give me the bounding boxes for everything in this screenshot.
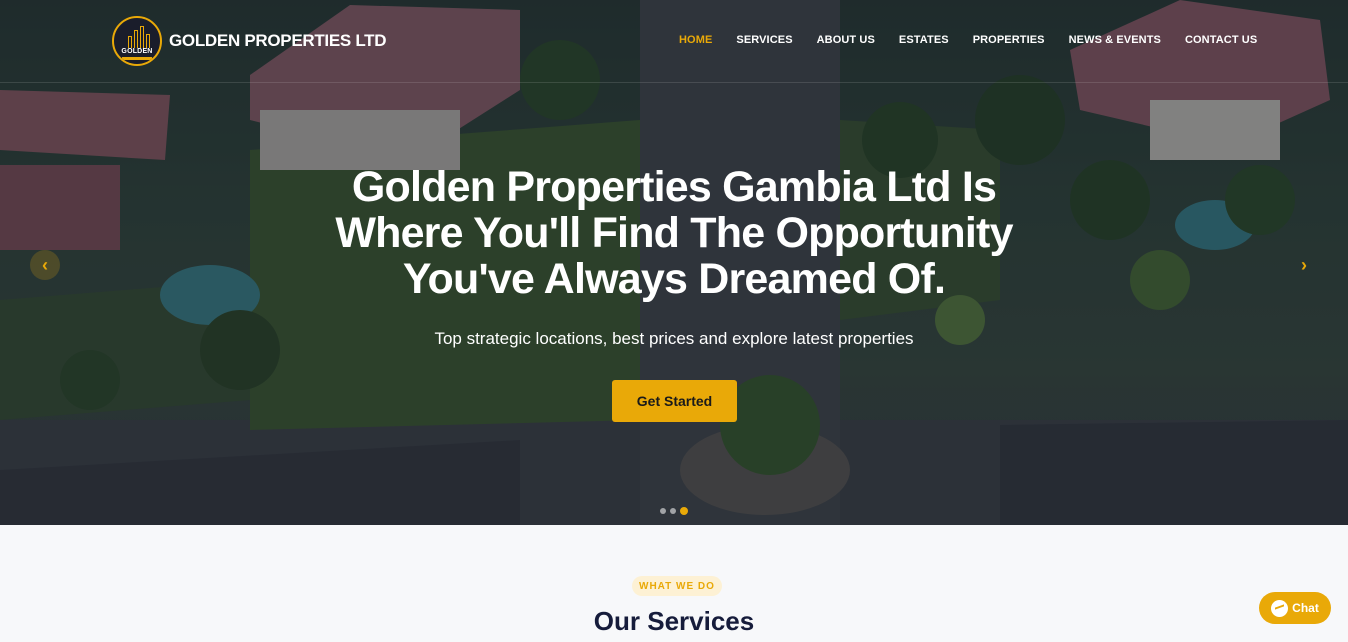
nav-home[interactable]: HOME xyxy=(679,34,712,46)
hero-subtitle: Top strategic locations, best prices and… xyxy=(434,329,914,348)
slider-next-button[interactable]: › xyxy=(1289,250,1319,280)
brand-name: GOLDEN PROPERTIES LTD xyxy=(169,31,387,50)
services-title: Our Services xyxy=(593,606,755,636)
top-navbar: GOLDEN GOLDEN PROPERTIES LTD HOME SERVIC… xyxy=(0,0,1348,83)
chevron-left-icon: ‹ xyxy=(42,254,48,275)
nav-contact-us[interactable]: CONTACT US xyxy=(1185,34,1257,46)
chevron-right-icon: › xyxy=(1301,254,1307,275)
slider-prev-button[interactable]: ‹ xyxy=(30,250,60,280)
nav-estates[interactable]: ESTATES xyxy=(899,34,949,46)
nav-news-events[interactable]: NEWS & EVENTS xyxy=(1069,34,1161,46)
nav-properties[interactable]: PROPERTIES xyxy=(973,34,1045,46)
chat-label: Chat xyxy=(1292,601,1319,615)
section-tag: WHAT WE DO xyxy=(632,576,722,596)
slider-pagination xyxy=(660,507,692,515)
main-menu: HOME SERVICES ABOUT US ESTATES PROPERTIE… xyxy=(679,34,1281,46)
slider-dot-3[interactable] xyxy=(680,507,688,515)
messenger-icon xyxy=(1271,599,1289,617)
get-started-button[interactable]: Get Started xyxy=(612,380,737,422)
slider-dot-2[interactable] xyxy=(670,508,676,514)
slider-dot-1[interactable] xyxy=(660,508,666,514)
brand-logo[interactable]: GOLDEN GOLDEN PROPERTIES LTD xyxy=(112,16,387,66)
hero-slider: GOLDEN GOLDEN PROPERTIES LTD HOME SERVIC… xyxy=(0,0,1348,525)
logo-badge-icon: GOLDEN xyxy=(112,16,162,66)
nav-services[interactable]: SERVICES xyxy=(736,34,792,46)
nav-about-us[interactable]: ABOUT US xyxy=(817,34,875,46)
logo-badge-text: GOLDEN xyxy=(121,48,153,55)
chat-button[interactable]: Chat xyxy=(1259,592,1331,624)
hero-headline: Golden Properties Gambia Ltd Is Where Yo… xyxy=(335,163,1013,303)
